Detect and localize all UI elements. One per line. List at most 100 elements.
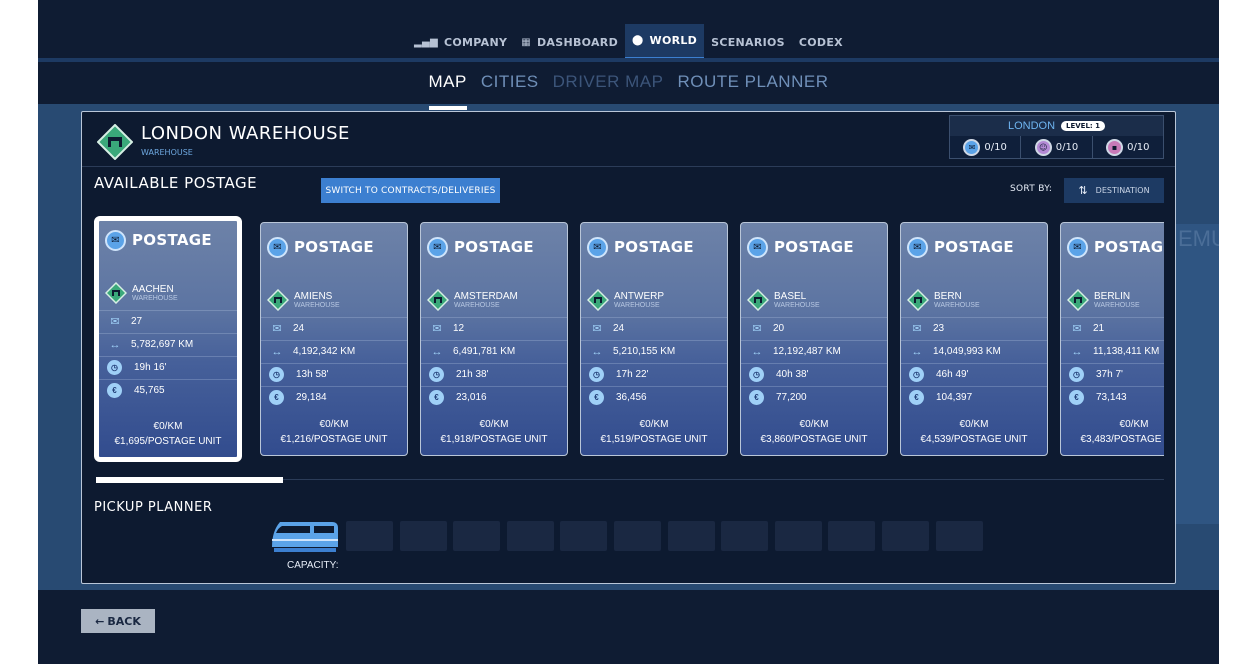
switch-contracts-button[interactable]: SWITCH TO CONTRACTS/DELIVERIES bbox=[321, 178, 500, 203]
tab-cities[interactable]: CITIES bbox=[481, 70, 539, 104]
postage-card[interactable]: ✉ POSTAGE ANTWERP WAREHOUSE ✉ 24 ↔ 5,210,155 KM… bbox=[580, 222, 728, 456]
distance-value: 12,192,487 KM bbox=[773, 346, 841, 357]
warehouse-icon bbox=[427, 289, 449, 311]
destination-text: ANTWERP WAREHOUSE bbox=[614, 291, 664, 309]
distance-arrows-icon: ↔ bbox=[109, 338, 121, 351]
clock-icon: ◷ bbox=[429, 367, 444, 382]
warehouse-title: LONDON WAREHOUSE bbox=[141, 123, 350, 144]
card-distance-row: ↔ 6,491,781 KM bbox=[421, 340, 567, 362]
card-distance-row: ↔ 5,210,155 KM bbox=[581, 340, 727, 362]
rate-per-unit: €3,483/POSTAGE UNIT bbox=[1080, 434, 1164, 445]
city-name[interactable]: LONDON bbox=[1008, 120, 1055, 132]
nav-dashboard[interactable]: ▦ DASHBOARD bbox=[514, 24, 625, 60]
postage-card[interactable]: ✉ POSTAGE AACHEN WAREHOUSE ✉ 27 ↔ 5,782,697 KM ◷… bbox=[94, 216, 242, 462]
card-destination: AMIENS WAREHOUSE bbox=[267, 289, 340, 311]
card-mail-row: ✉ 21 bbox=[1061, 317, 1164, 339]
wagon-slot[interactable] bbox=[399, 521, 447, 551]
map-label: EMUN bbox=[1178, 226, 1219, 251]
available-postage-title: AVAILABLE POSTAGE bbox=[94, 174, 258, 192]
city-stats: ✉ 0/10 ☺ 0/10 ▪ 0/10 bbox=[950, 136, 1163, 159]
postage-card[interactable]: ✉ POSTAGE AMIENS WAREHOUSE ✉ 24 ↔ 4,192,342 KM ◷… bbox=[260, 222, 408, 456]
wagon-slot[interactable] bbox=[882, 521, 929, 551]
clock-icon: ◷ bbox=[749, 367, 764, 382]
destination-text: AMIENS WAREHOUSE bbox=[294, 291, 340, 309]
mail-icon: ✉ bbox=[427, 236, 448, 258]
money-value: 104,397 bbox=[936, 392, 973, 403]
city-stat-mail-value: 0/10 bbox=[984, 142, 1007, 153]
envelope-icon: ✉ bbox=[272, 323, 282, 335]
warehouse-icon bbox=[97, 124, 133, 160]
sort-destination-button[interactable]: ⇅ DESTINATION bbox=[1064, 178, 1164, 203]
clock-icon: ◷ bbox=[269, 367, 284, 382]
card-title: POSTAGE bbox=[774, 238, 854, 256]
card-time-row: ◷ 21h 38' bbox=[421, 363, 567, 385]
mail-count: 27 bbox=[131, 316, 143, 327]
back-button[interactable]: ← BACK bbox=[81, 609, 155, 633]
time-value: 17h 22' bbox=[616, 369, 649, 380]
postage-card[interactable]: ✉ POSTAGE AMSTERDAM WAREHOUSE ✉ 12 ↔ 6,491,781 … bbox=[420, 222, 568, 456]
rate-per-unit: €4,539/POSTAGE UNIT bbox=[920, 434, 1028, 445]
top-nav: ▂▄▆ COMPANY ▦ DASHBOARD ⬤ WORLD SCENARIO… bbox=[38, 24, 1219, 60]
postage-card[interactable]: ✉ POSTAGE BERLINWAREHOUSE ✉ 21 ↔ 11,138,411 KM… bbox=[1060, 222, 1164, 456]
wagon-slot[interactable] bbox=[346, 521, 393, 551]
warehouse-subtitle: WAREHOUSE bbox=[141, 148, 193, 157]
card-header: ✉ POSTAGE bbox=[581, 235, 727, 259]
nav-world[interactable]: ⬤ WORLD bbox=[625, 24, 705, 60]
map-pin-icon: ⬤ bbox=[632, 35, 644, 46]
capacity-label: CAPACITY: bbox=[287, 560, 339, 571]
mail-count: 20 bbox=[773, 323, 785, 334]
card-distance-row: ↔ 5,782,697 KM bbox=[99, 333, 237, 355]
envelope-icon: ✉ bbox=[1072, 323, 1082, 335]
wagon-slot[interactable] bbox=[614, 521, 661, 551]
wagon-slot[interactable] bbox=[721, 521, 769, 551]
card-time-row: ◷ 17h 22' bbox=[581, 363, 727, 385]
sort-by-label: SORT BY: bbox=[1010, 184, 1053, 194]
envelope-icon: ✉ bbox=[110, 316, 120, 328]
tab-route-planner[interactable]: ROUTE PLANNER bbox=[677, 70, 828, 104]
rate-per-unit: €1,695/POSTAGE UNIT bbox=[114, 436, 222, 447]
time-value: 46h 49' bbox=[936, 369, 969, 380]
card-money-row: €23,016 bbox=[421, 386, 567, 408]
sort-icon: ⇅ bbox=[1078, 184, 1088, 197]
nav-scenarios[interactable]: SCENARIOS bbox=[704, 24, 792, 60]
card-money-row: €29,184 bbox=[261, 386, 407, 408]
wagon-slot[interactable] bbox=[667, 521, 715, 551]
locomotive-icon bbox=[272, 522, 338, 552]
nav-underline bbox=[38, 58, 1219, 62]
card-destination: BASEL WAREHOUSE bbox=[747, 289, 820, 311]
destination-text: BASEL WAREHOUSE bbox=[774, 291, 820, 309]
time-value: 21h 38' bbox=[456, 369, 489, 380]
clock-icon: ◷ bbox=[589, 367, 604, 382]
signal-bars-icon: ▂▄▆ bbox=[414, 36, 439, 48]
wagon-slot[interactable] bbox=[453, 521, 501, 551]
wagon-slot[interactable] bbox=[560, 521, 608, 551]
envelope-icon: ✉ bbox=[752, 323, 762, 335]
card-header: ✉ POSTAGE bbox=[99, 228, 237, 252]
wagon-slot[interactable] bbox=[935, 521, 983, 551]
distance-value: 11,138,411 KM bbox=[1093, 346, 1160, 357]
card-rates: €0/KM €3,483/POSTAGE UNIT bbox=[1061, 417, 1164, 447]
wagon-slot[interactable] bbox=[506, 521, 554, 551]
card-rates: €0/KM €1,918/POSTAGE UNIT bbox=[421, 417, 567, 447]
destination-type: WAREHOUSE bbox=[294, 302, 340, 309]
rate-per-unit: €1,519/POSTAGE UNIT bbox=[600, 434, 708, 445]
mail-icon: ✉ bbox=[907, 236, 928, 258]
postage-card[interactable]: ✉ POSTAGE BASEL WAREHOUSE ✉ 20 ↔ 12,192,487 KM ◷… bbox=[740, 222, 888, 456]
warehouse-panel: LONDON WAREHOUSE WAREHOUSE LONDON LEVEL:… bbox=[81, 111, 1176, 584]
destination-type: WAREHOUSE bbox=[1094, 302, 1140, 309]
card-title: POSTAGE bbox=[1094, 238, 1164, 256]
nav-company[interactable]: ▂▄▆ COMPANY bbox=[407, 24, 514, 60]
card-rates: €0/KM €1,519/POSTAGE UNIT bbox=[581, 417, 727, 447]
city-stat-passengers-value: 0/10 bbox=[1055, 142, 1079, 153]
tab-map[interactable]: MAP bbox=[428, 70, 468, 110]
nav-codex[interactable]: CODEX bbox=[792, 24, 850, 60]
wagon-slot[interactable] bbox=[774, 521, 822, 551]
card-mail-row: ✉ 24 bbox=[261, 317, 407, 339]
distance-arrows-icon: ↔ bbox=[751, 345, 763, 358]
postage-card[interactable]: ✉ POSTAGE BERN WAREHOUSE ✉ 23 ↔ 14,049,993 KM ◷ 4… bbox=[900, 222, 1048, 456]
cards-scroll-thumb[interactable] bbox=[96, 477, 283, 483]
destination-name: BASEL bbox=[774, 291, 807, 302]
wagon-slot[interactable] bbox=[828, 521, 876, 551]
mail-icon: ✉ bbox=[267, 236, 288, 258]
warehouse-icon bbox=[587, 289, 609, 311]
